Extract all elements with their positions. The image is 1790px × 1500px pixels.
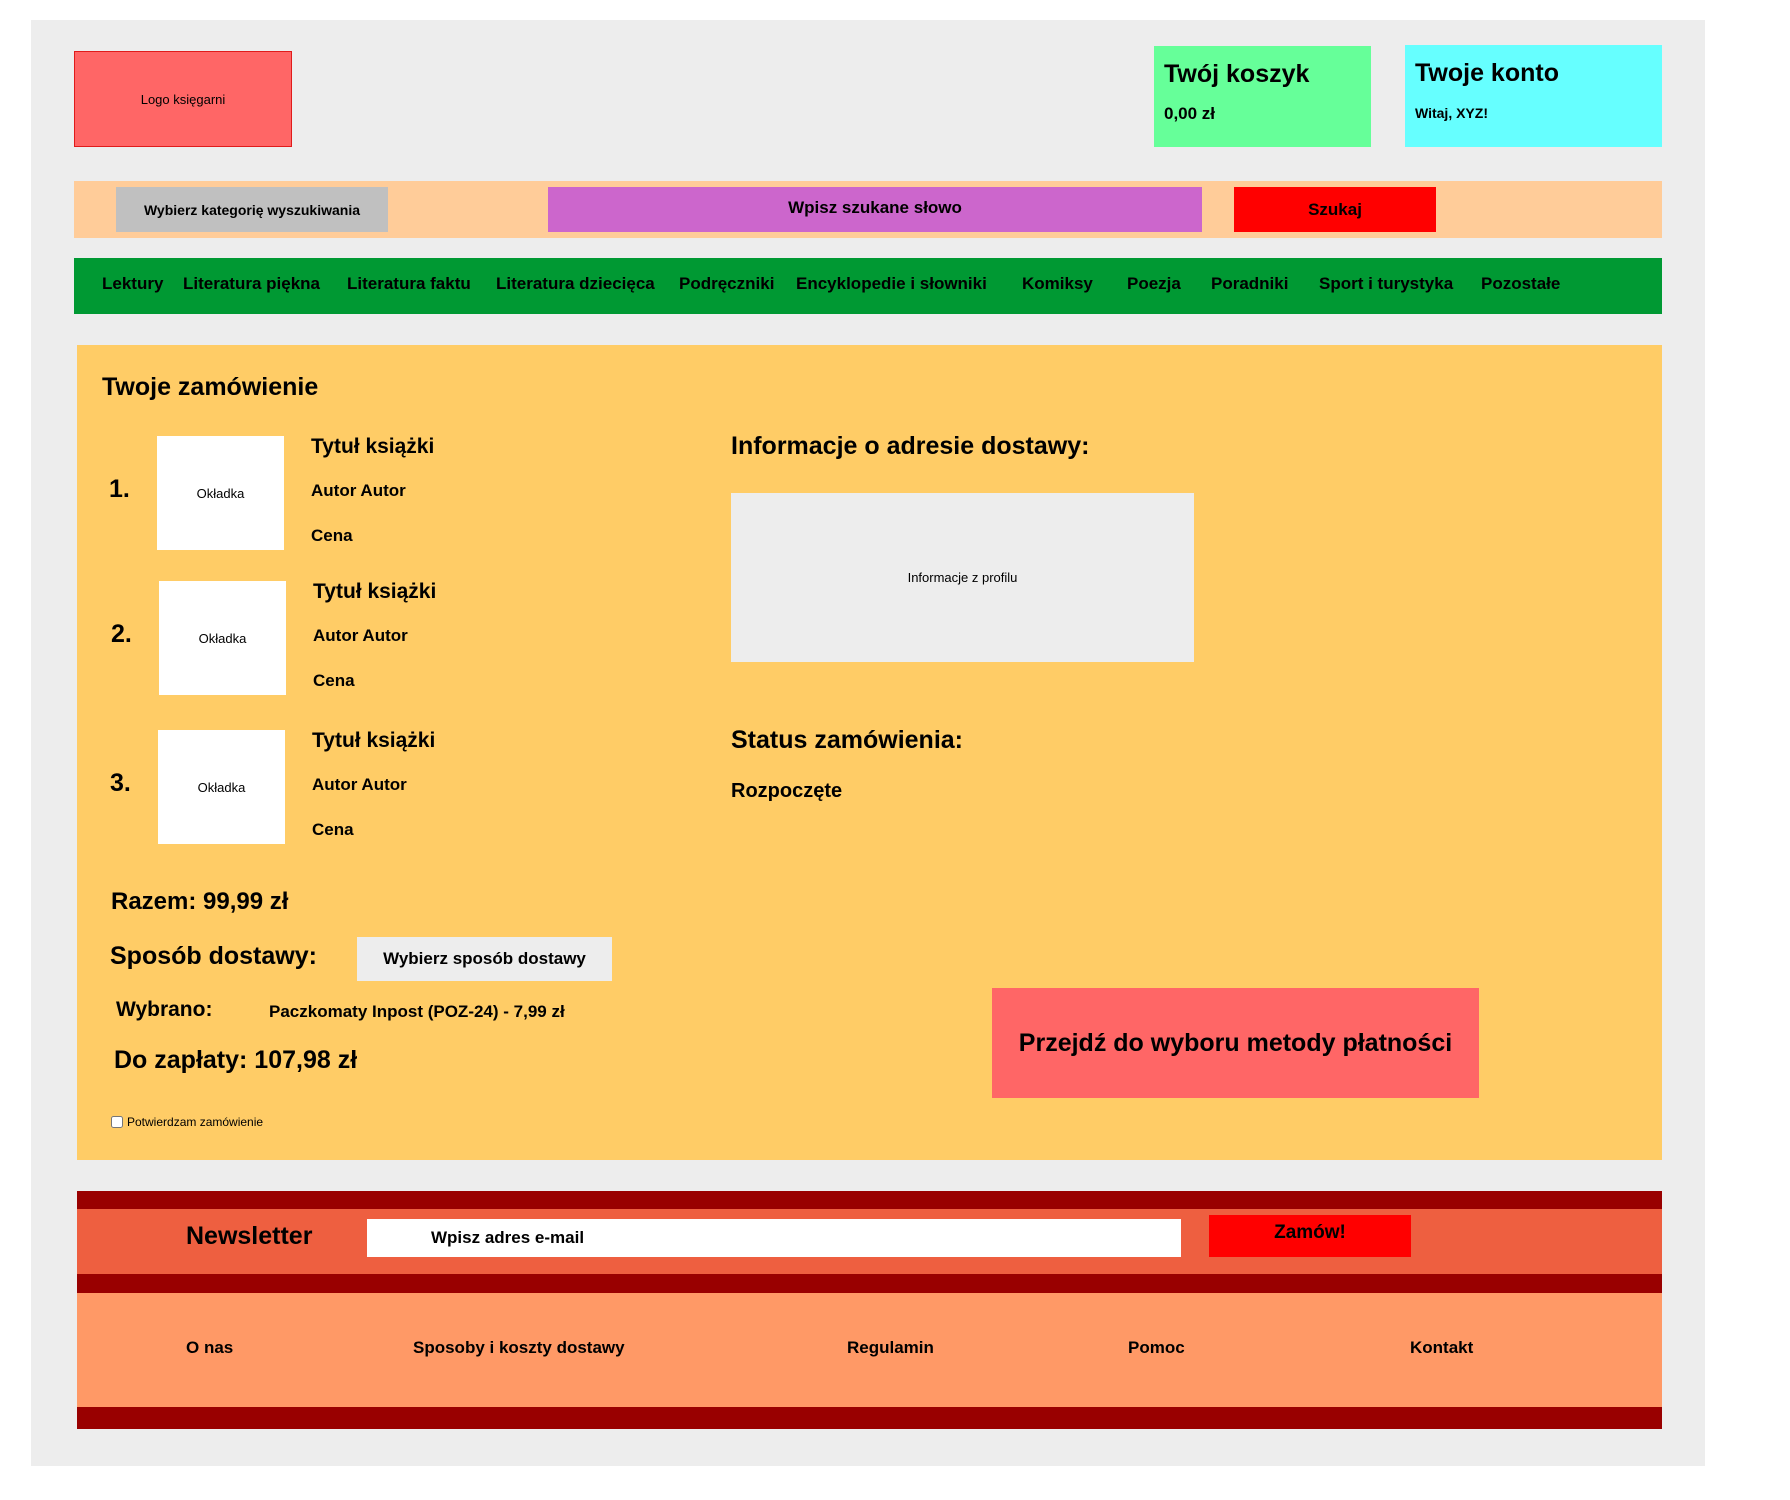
- delivery-label: Sposób dostawy:: [110, 942, 317, 970]
- nav-item-sport-i-turystyka[interactable]: Sport i turystyka: [1319, 258, 1453, 314]
- search-input[interactable]: Wpisz szukane słowo: [548, 187, 1202, 232]
- confirm-order-row: Potwierdzam zamówienie: [111, 1115, 263, 1129]
- footer-link-dostawa[interactable]: Sposoby i koszty dostawy: [413, 1338, 625, 1358]
- book-cover-label: Okładka: [197, 779, 246, 795]
- nav-item-poradniki[interactable]: Poradniki: [1211, 258, 1288, 314]
- footer-link-pomoc[interactable]: Pomoc: [1128, 1338, 1185, 1358]
- newsletter-title: Newsletter: [186, 1222, 313, 1250]
- cart-amount: 0,00 zł: [1164, 104, 1216, 123]
- book-author: Autor Autor: [312, 775, 407, 794]
- account-widget[interactable]: Twoje konto Witaj, XYZ!: [1405, 45, 1662, 147]
- order-title: Twoje zamówienie: [102, 373, 319, 401]
- choose-delivery-label: Wybierz sposób dostawy: [383, 949, 586, 968]
- search-button[interactable]: Szukaj: [1234, 187, 1436, 232]
- book-price: Cena: [312, 820, 354, 839]
- nav-item-encyklopedie[interactable]: Encyklopedie i słowniki: [796, 258, 987, 314]
- order-total: Razem: 99,99 zł: [111, 888, 289, 915]
- cart-title: Twój koszyk: [1164, 60, 1310, 88]
- store-logo[interactable]: Logo księgarni: [74, 51, 292, 147]
- newsletter-email-input[interactable]: Wpisz adres e-mail: [367, 1219, 1181, 1257]
- book-price: Cena: [313, 671, 355, 690]
- book-author: Autor Autor: [311, 481, 406, 500]
- confirm-order-checkbox[interactable]: [111, 1116, 123, 1128]
- nav-item-komiksy[interactable]: Komiksy: [1022, 258, 1093, 314]
- amount-to-pay: Do zapłaty: 107,98 zł: [114, 1046, 358, 1074]
- account-greeting: Witaj, XYZ!: [1415, 105, 1488, 121]
- category-nav: Lektury Literatura piękna Literatura fak…: [74, 258, 1662, 314]
- footer-link-o-nas[interactable]: O nas: [186, 1338, 233, 1358]
- account-title: Twoje konto: [1415, 59, 1559, 87]
- book-author: Autor Autor: [313, 626, 408, 645]
- footer-link-kontakt[interactable]: Kontakt: [1410, 1338, 1473, 1358]
- item-number: 3.: [110, 769, 131, 797]
- book-title[interactable]: Tytuł książki: [313, 580, 436, 604]
- book-cover-label: Okładka: [196, 485, 245, 501]
- book-title[interactable]: Tytuł książki: [312, 729, 435, 753]
- address-info-text: Informacje z profilu: [907, 570, 1018, 585]
- newsletter-email-text: Wpisz adres e-mail: [431, 1228, 585, 1247]
- search-category-dropdown[interactable]: Wybierz kategorię wyszukiwania: [116, 187, 388, 232]
- chosen-delivery-value: Paczkomaty Inpost (POZ-24) - 7,99 zł: [269, 1002, 565, 1021]
- book-price: Cena: [311, 526, 353, 545]
- status-title: Status zamówienia:: [731, 726, 963, 754]
- item-number: 2.: [111, 620, 132, 648]
- book-cover-label: Okładka: [198, 630, 247, 646]
- proceed-to-payment-button[interactable]: Przejdź do wyboru metody płatności: [992, 988, 1479, 1098]
- status-value: Rozpoczęte: [731, 780, 843, 802]
- nav-item-lektury[interactable]: Lektury: [102, 258, 163, 314]
- nav-item-literatura-faktu[interactable]: Literatura faktu: [347, 258, 471, 314]
- cart-widget[interactable]: Twój koszyk 0,00 zł: [1154, 46, 1371, 147]
- footer-link-regulamin[interactable]: Regulamin: [847, 1338, 934, 1358]
- proceed-to-payment-label: Przejdź do wyboru metody płatności: [1018, 1028, 1453, 1057]
- nav-item-pozostale[interactable]: Pozostałe: [1481, 258, 1560, 314]
- search-category-label: Wybierz kategorię wyszukiwania: [143, 201, 361, 218]
- book-cover[interactable]: Okładka: [158, 730, 285, 844]
- nav-item-poezja[interactable]: Poezja: [1127, 258, 1181, 314]
- address-info-box: Informacje z profilu: [731, 493, 1194, 662]
- nav-item-literatura-dziecieca[interactable]: Literatura dziecięca: [496, 258, 655, 314]
- confirm-order-label: Potwierdzam zamówienie: [127, 1115, 264, 1129]
- nav-item-literatura-piekna[interactable]: Literatura piękna: [183, 258, 320, 314]
- newsletter-subscribe-button[interactable]: Zamów!: [1209, 1215, 1411, 1257]
- search-button-label: Szukaj: [1308, 199, 1362, 219]
- book-cover[interactable]: Okładka: [157, 436, 284, 550]
- choose-delivery-button[interactable]: Wybierz sposób dostawy: [357, 937, 612, 981]
- search-input-text: Wpisz szukane słowo: [788, 197, 962, 217]
- item-number: 1.: [109, 475, 130, 503]
- book-cover[interactable]: Okładka: [159, 581, 286, 695]
- address-title: Informacje o adresie dostawy:: [731, 432, 1090, 460]
- logo-text: Logo księgarni: [140, 91, 226, 107]
- newsletter-subscribe-label: Zamów!: [1274, 1222, 1346, 1243]
- book-title[interactable]: Tytuł książki: [311, 435, 434, 459]
- nav-item-podreczniki[interactable]: Podręczniki: [679, 258, 774, 314]
- chosen-delivery-label: Wybrano:: [116, 998, 213, 1021]
